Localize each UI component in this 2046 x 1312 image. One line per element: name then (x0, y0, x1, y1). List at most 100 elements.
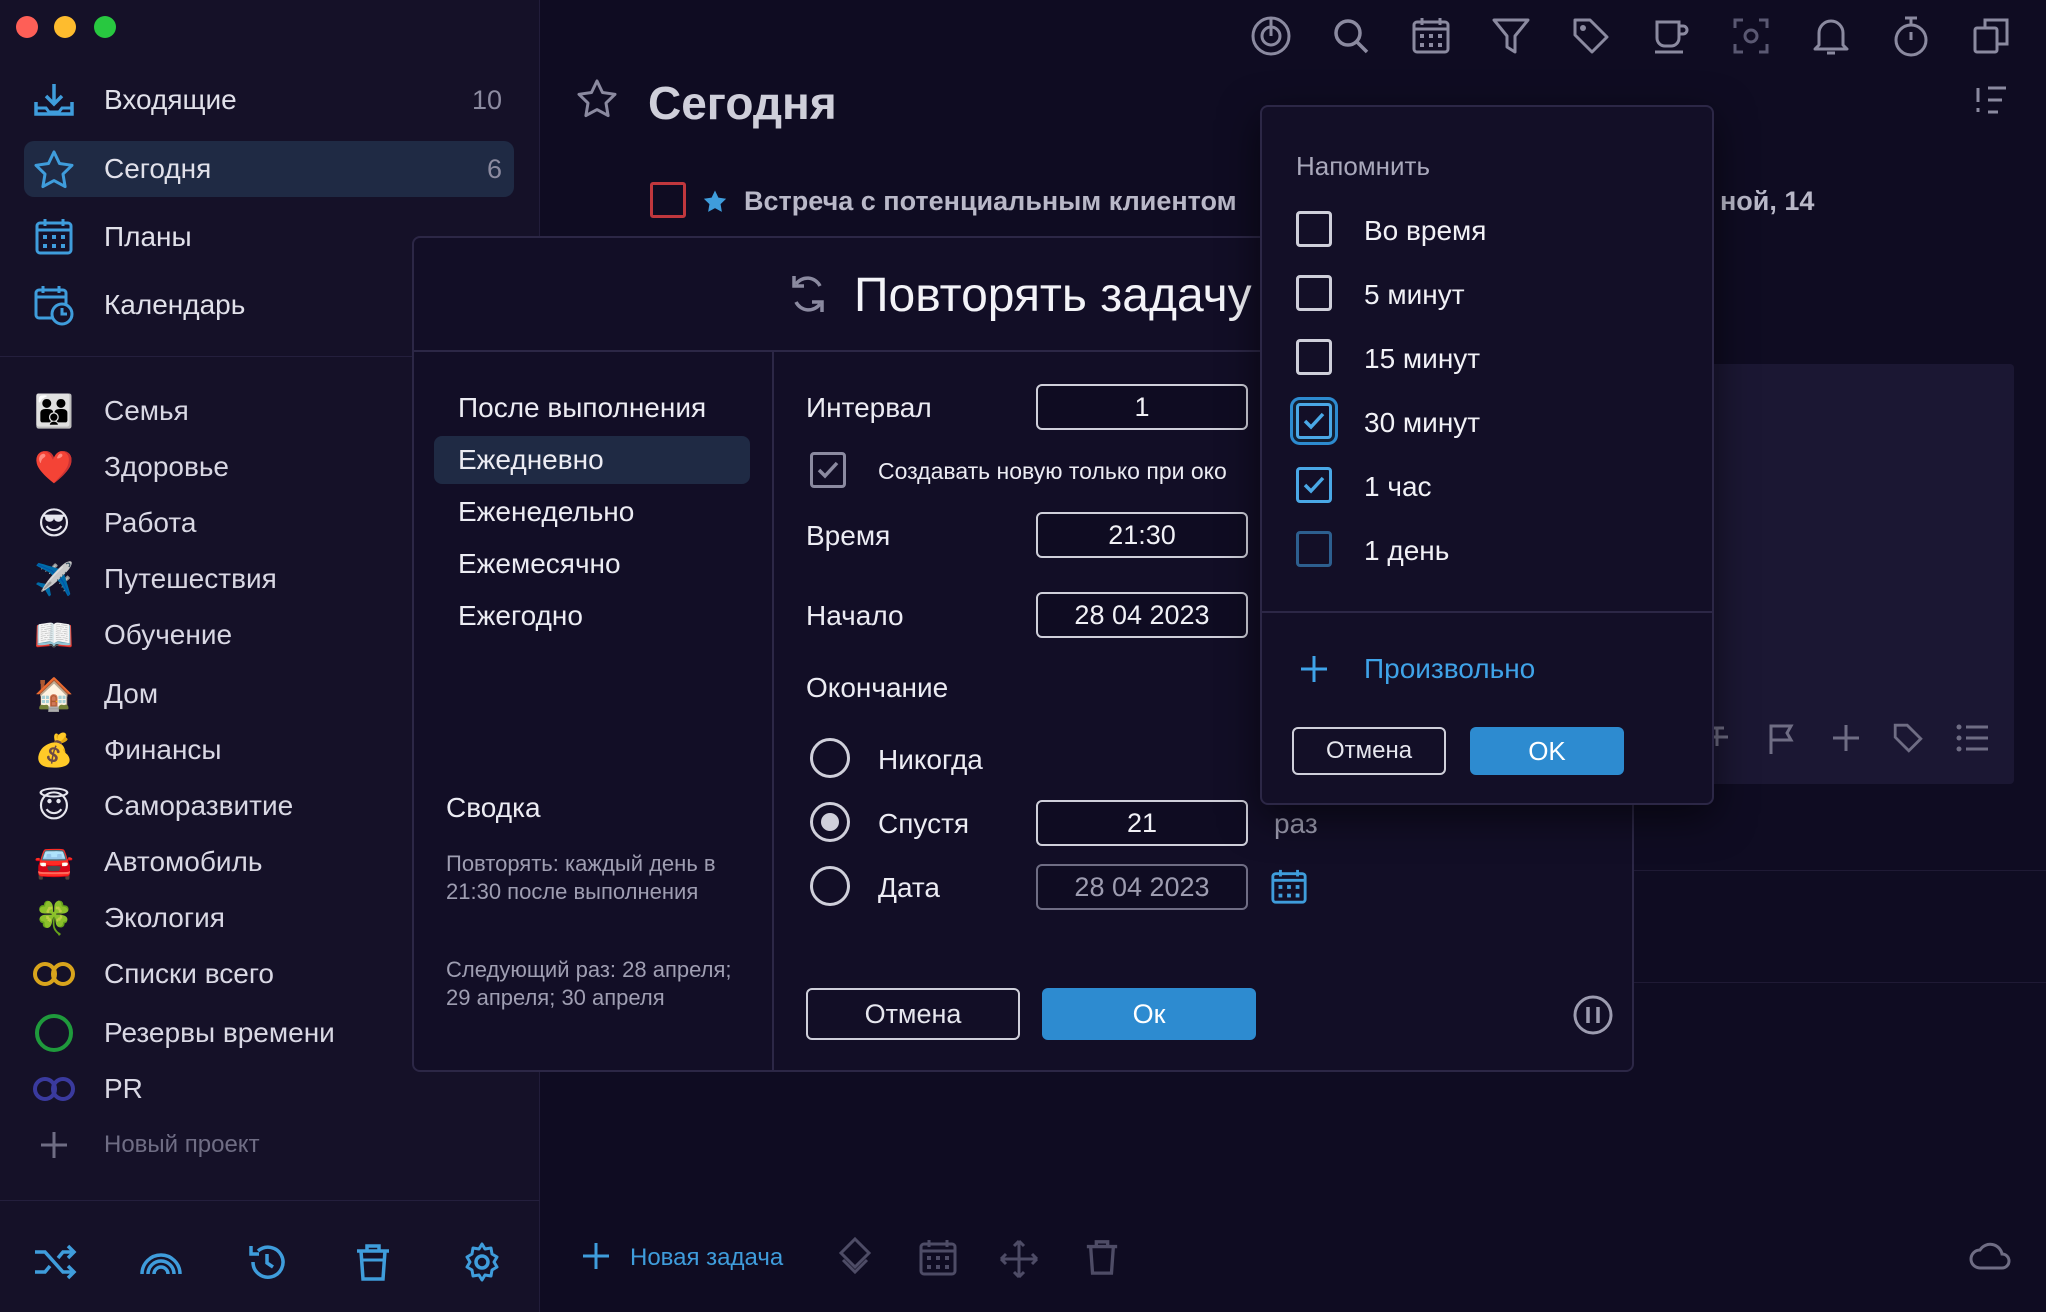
project-label: Финансы (104, 734, 222, 765)
create-new-label: Создавать новую только при око (878, 458, 1227, 484)
end-date-radio[interactable] (810, 866, 850, 906)
page-title: Сегодня (648, 77, 837, 129)
calendar-icon[interactable] (918, 1238, 958, 1283)
move-arrows-icon[interactable] (998, 1238, 1040, 1285)
sidebar-item-inbox[interactable]: Входящие 10 (24, 72, 514, 128)
reminder-cancel-button[interactable]: Отмена (1292, 727, 1446, 775)
calendar-icon[interactable] (1405, 10, 1457, 62)
tag-icon[interactable] (1892, 722, 1924, 759)
tag-icon[interactable] (1565, 10, 1617, 62)
sidebar-item-label: Входящие (104, 84, 237, 115)
frequency-after-completion[interactable]: После выполнения (434, 384, 750, 432)
sidebar-project-work[interactable]: 😎 Работа (30, 498, 196, 548)
end-date-input[interactable] (1036, 864, 1248, 910)
start-date-input[interactable] (1036, 592, 1248, 638)
sidebar-item-label: Сегодня (104, 153, 212, 184)
sidebar-project-all-lists[interactable]: Списки всего (30, 949, 274, 999)
calendar-picker-icon[interactable] (1270, 868, 1308, 911)
reminder-5-min-checkbox[interactable] (1296, 275, 1332, 311)
reminder-at-time-checkbox[interactable] (1296, 211, 1332, 247)
sidebar-project-family[interactable]: 👪 Семья (30, 386, 189, 436)
infinity-icon (30, 950, 78, 998)
flag-icon[interactable] (1766, 722, 1798, 761)
frequency-yearly[interactable]: Ежегодно (434, 592, 750, 640)
checkmark-icon (1303, 412, 1325, 430)
filter-icon[interactable] (1485, 10, 1537, 62)
heart-icon: ❤️ (34, 449, 74, 485)
search-icon[interactable] (1325, 10, 1377, 62)
sidebar-item-count: 10 (471, 84, 502, 115)
frequency-weekly[interactable]: Еженедельно (434, 488, 750, 536)
custom-reminder-button[interactable]: Произвольно (1364, 653, 1535, 685)
close-window-button[interactable] (16, 16, 38, 38)
priority-diamond-icon[interactable] (838, 1236, 872, 1281)
ok-button[interactable]: Ок (1042, 988, 1256, 1040)
sidebar-project-ecology[interactable]: 🍀 Экология (30, 893, 225, 943)
halo-face-icon: 😇 (37, 788, 71, 824)
sidebar-project-finance[interactable]: 💰 Финансы (30, 725, 222, 775)
end-after-count-input[interactable] (1036, 800, 1248, 846)
sidebar-project-learning[interactable]: 📖 Обучение (30, 610, 232, 660)
reminder-ok-button[interactable]: OK (1470, 727, 1624, 775)
end-never-radio[interactable] (810, 738, 850, 778)
shuffle-icon[interactable] (32, 1242, 78, 1287)
interval-input[interactable] (1036, 384, 1248, 430)
task-title[interactable]: Встреча с потенциальным клиентом (744, 186, 1237, 217)
task-star-icon[interactable] (702, 188, 728, 219)
ring-icon (30, 1009, 78, 1057)
bell-icon[interactable] (1805, 10, 1857, 62)
airplane-icon: ✈️ (34, 561, 74, 597)
trash-icon[interactable] (354, 1242, 392, 1287)
sidebar-project-time-reserves[interactable]: Резервы времени (30, 1008, 335, 1058)
end-after-radio[interactable] (810, 802, 850, 842)
sidebar-project-travel[interactable]: ✈️ Путешествия (30, 554, 277, 604)
clover-icon: 🍀 (34, 900, 74, 936)
sort-list-icon[interactable] (1974, 84, 2010, 121)
sidebar-item-label: Планы (104, 221, 192, 252)
sidebar-footer-divider (0, 1200, 540, 1201)
reminder-1-hour-checkbox[interactable] (1296, 467, 1332, 503)
minimize-window-button[interactable] (54, 16, 76, 38)
rainbow-icon[interactable] (138, 1244, 184, 1285)
zoom-window-button[interactable] (94, 16, 116, 38)
trash-icon[interactable] (1084, 1238, 1120, 1281)
sidebar-project-health[interactable]: ❤️ Здоровье (30, 442, 229, 492)
frequency-monthly[interactable]: Ежемесячно (434, 540, 750, 588)
coffee-cup-icon[interactable] (1645, 10, 1697, 62)
create-new-checkbox[interactable] (810, 452, 846, 488)
cancel-button[interactable]: Отмена (806, 988, 1020, 1040)
reminder-1-day-checkbox[interactable] (1296, 531, 1332, 567)
stopwatch-icon[interactable] (1885, 10, 1937, 62)
focus-target-icon[interactable] (1245, 10, 1297, 62)
scan-focus-icon[interactable] (1725, 10, 1777, 62)
plus-icon[interactable] (1298, 653, 1330, 690)
start-label: Начало (806, 600, 904, 631)
plus-icon[interactable] (580, 1240, 612, 1277)
cloud-sync-icon[interactable] (1968, 1240, 2012, 1277)
copy-windows-icon[interactable] (1965, 10, 2017, 62)
move-plus-icon[interactable] (1830, 722, 1862, 759)
task-checkbox[interactable] (650, 182, 686, 218)
history-icon[interactable] (245, 1240, 289, 1289)
gear-icon[interactable] (460, 1240, 504, 1289)
new-task-button[interactable]: Новая задача (630, 1244, 783, 1272)
sidebar-project-self-development[interactable]: 😇 Саморазвитие (30, 781, 293, 831)
summary-title: Сводка (446, 792, 541, 823)
frequency-daily[interactable]: Ежедневно (434, 436, 750, 484)
end-after-unit: раз (1274, 808, 1318, 839)
sidebar-item-today[interactable]: Сегодня 6 (24, 141, 514, 197)
pause-icon[interactable] (1572, 994, 1614, 1041)
new-project-button[interactable]: Новый проект (30, 1120, 260, 1170)
sidebar-project-home[interactable]: 🏠 Дом (30, 669, 158, 719)
reminder-30-min-checkbox[interactable] (1296, 403, 1332, 439)
reminder-15-min-checkbox[interactable] (1296, 339, 1332, 375)
dialog-title: Повторять задачу (854, 269, 1252, 322)
inbox-icon (24, 72, 84, 128)
time-input[interactable] (1036, 512, 1248, 558)
sidebar-project-pr[interactable]: PR (30, 1064, 143, 1114)
checklist-icon[interactable] (1956, 722, 1990, 759)
task-detail-panel (1700, 364, 2014, 784)
sidebar-project-car[interactable]: 🚘 Автомобиль (30, 837, 262, 887)
project-label: Обучение (104, 619, 233, 650)
summary-text: Повторять: каждый день в 21:30 после вып… (446, 851, 716, 904)
